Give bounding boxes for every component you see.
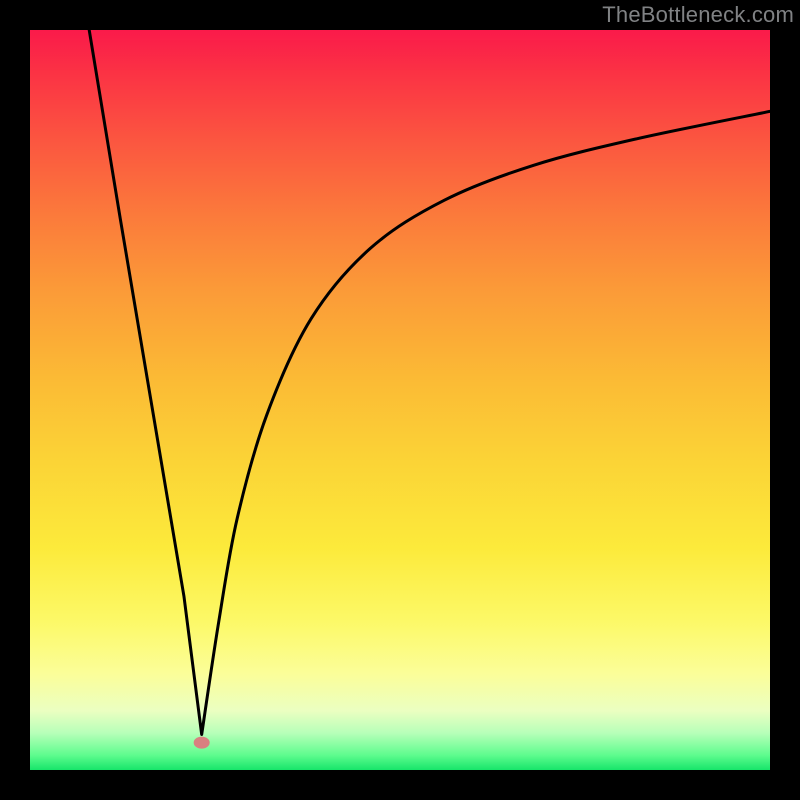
plot-area: [30, 30, 770, 770]
bottleneck-curve: [30, 30, 770, 770]
minimum-marker: [194, 737, 210, 749]
chart-frame: TheBottleneck.com: [0, 0, 800, 800]
attribution-watermark: TheBottleneck.com: [602, 2, 794, 28]
curve-line: [89, 30, 770, 734]
